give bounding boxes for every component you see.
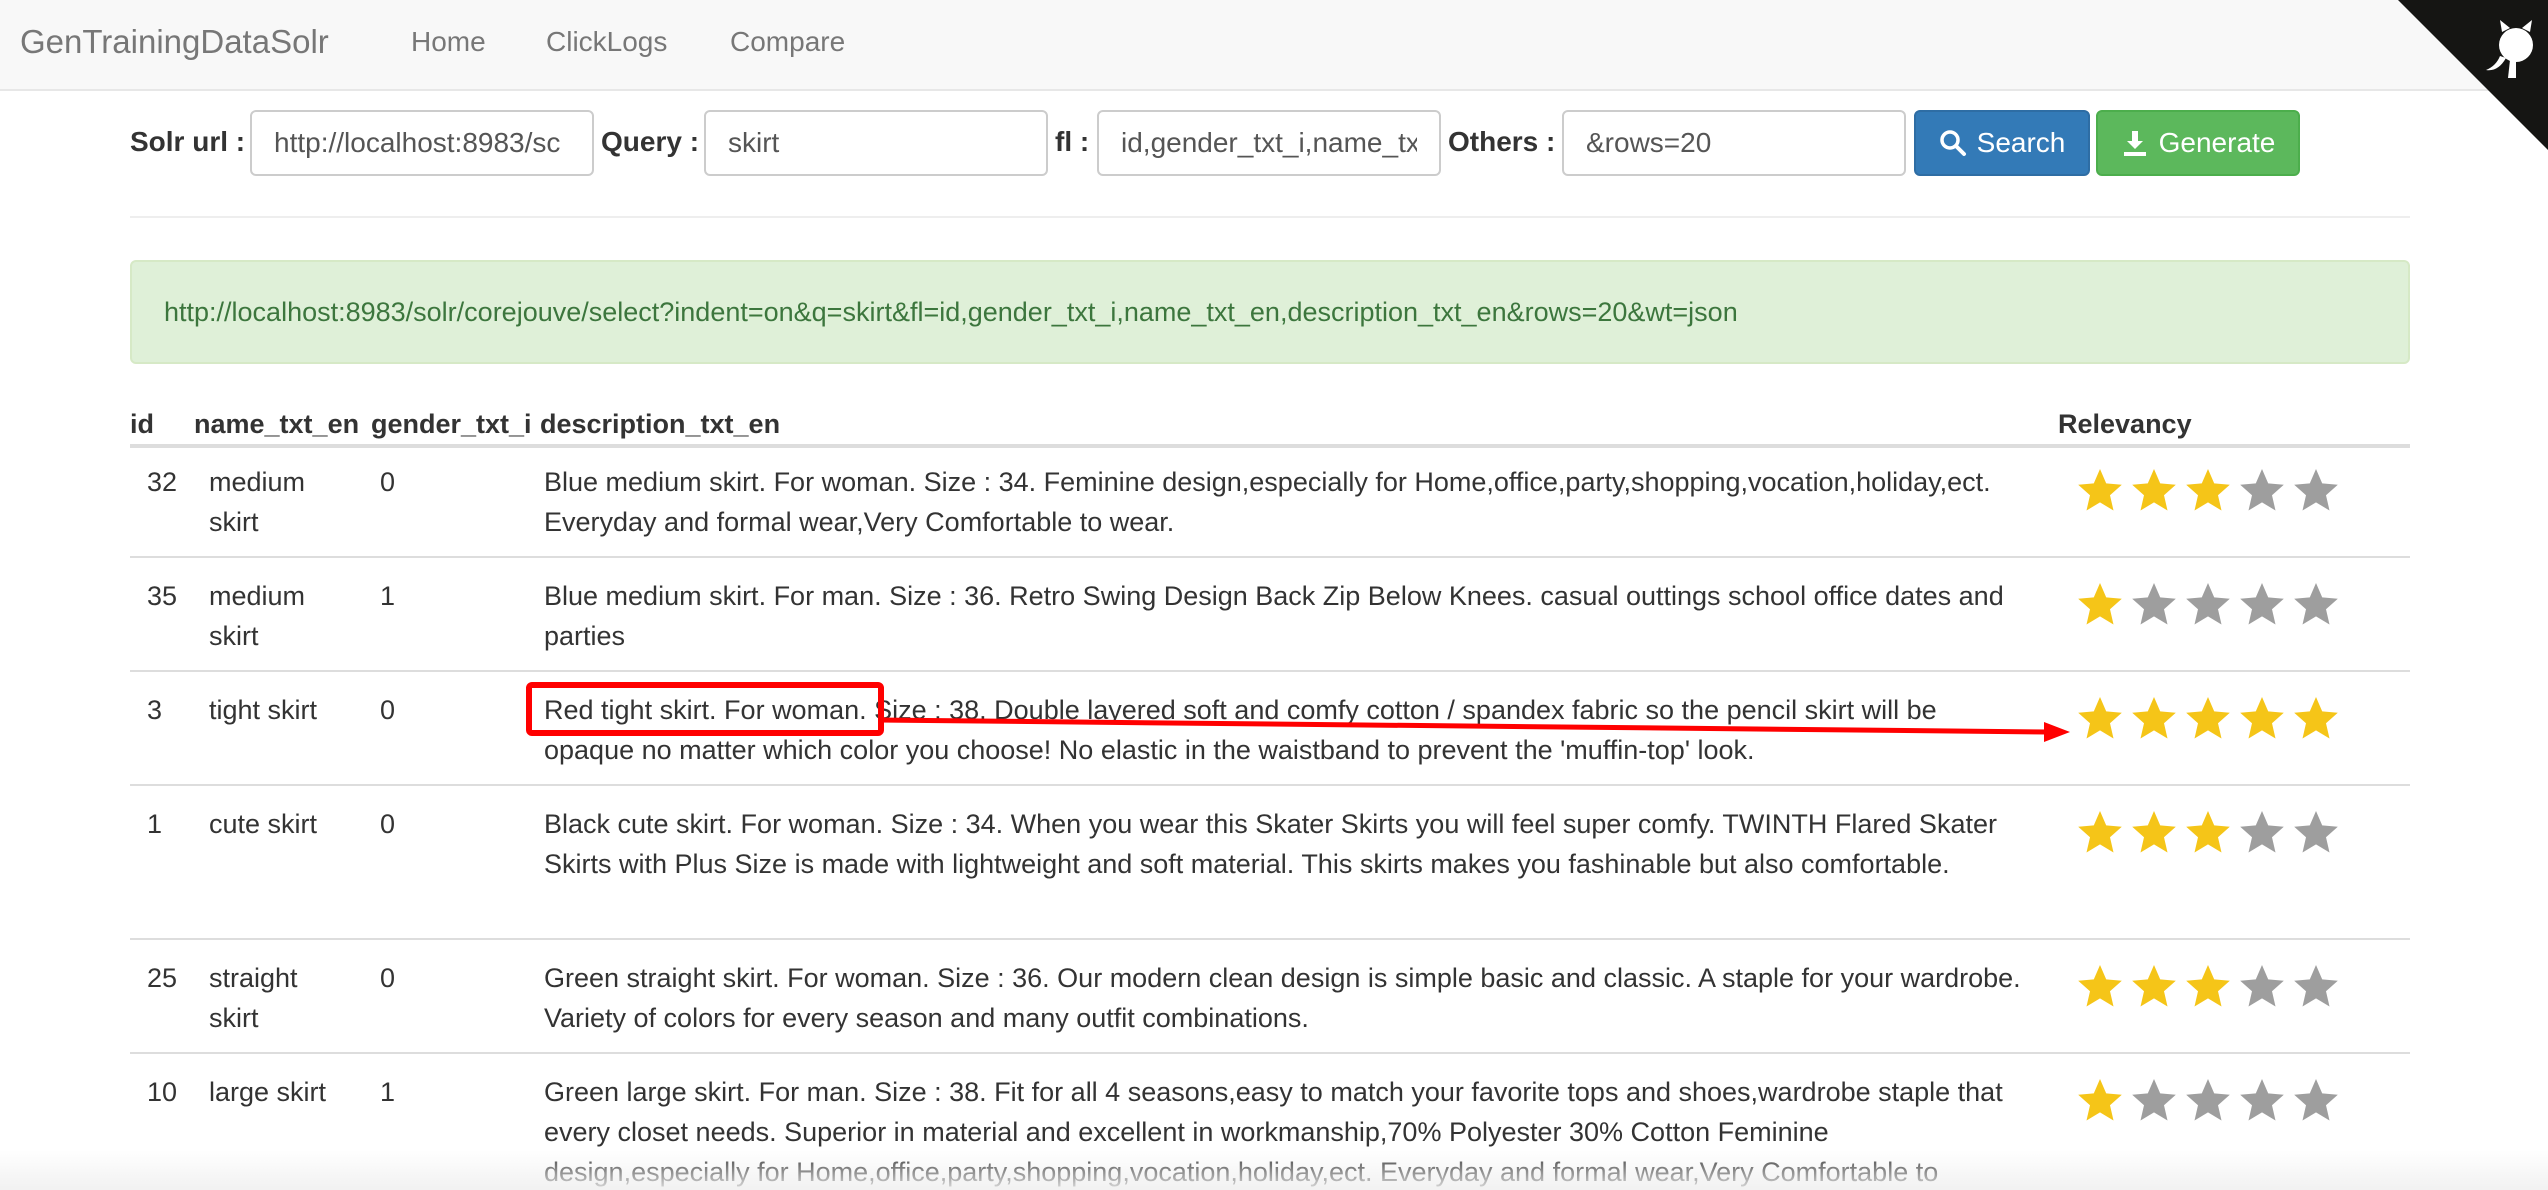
solr-url-input[interactable] (250, 110, 594, 176)
row-divider (130, 784, 2410, 786)
fl-input[interactable] (1097, 110, 1441, 176)
generated-url-text: http://localhost:8983/solr/corejouve/sel… (164, 297, 1738, 327)
cell-name: straight skirt (209, 963, 298, 1033)
cell-description: Blue medium skirt. For woman. Size : 34.… (544, 467, 1991, 537)
star-empty-icon[interactable] (2238, 1076, 2286, 1124)
search-button-label: Search (1976, 127, 2066, 158)
nav-compare[interactable]: Compare (730, 22, 845, 62)
star-filled-icon[interactable] (2076, 962, 2124, 1010)
cell-name: cute skirt (209, 809, 318, 839)
cell-gender: 0 (380, 467, 396, 497)
others-label: Others : (1448, 126, 1556, 157)
cell-gender: 0 (380, 963, 396, 993)
star-empty-icon[interactable] (2130, 580, 2178, 628)
query-label: Query : (601, 126, 700, 157)
cell-id: 10 (147, 1077, 178, 1107)
star-filled-icon[interactable] (2076, 808, 2124, 856)
cell-description: Black cute skirt. For woman. Size : 34. … (544, 809, 1997, 879)
cell-id: 1 (147, 809, 163, 839)
star-filled-icon[interactable] (2130, 808, 2178, 856)
star-filled-icon[interactable] (2184, 962, 2232, 1010)
table-header-border (130, 444, 2410, 448)
row-divider (130, 1052, 2410, 1054)
star-filled-icon[interactable] (2076, 1076, 2124, 1124)
scroll-fade (0, 1150, 2548, 1190)
query-input[interactable] (704, 110, 1048, 176)
relevancy-rating[interactable] (2076, 962, 2340, 1010)
relevancy-rating[interactable] (2076, 694, 2340, 742)
star-empty-icon[interactable] (2238, 962, 2286, 1010)
star-empty-icon[interactable] (2184, 580, 2232, 628)
generated-url-alert: http://localhost:8983/solr/corejouve/sel… (130, 260, 2410, 364)
generate-button-label: Generate (2158, 127, 2276, 158)
cell-id: 35 (147, 581, 178, 611)
cell-name: tight skirt (209, 695, 318, 725)
relevancy-rating[interactable] (2076, 808, 2340, 856)
cell-description: Green straight skirt. For woman. Size : … (544, 963, 2021, 1033)
star-filled-icon[interactable] (2292, 694, 2340, 742)
generate-button[interactable]: Generate (2096, 110, 2300, 176)
header-id: id (130, 409, 154, 439)
annotation-arrow-icon (879, 717, 2070, 742)
star-filled-icon[interactable] (2076, 580, 2124, 628)
cell-gender: 0 (380, 809, 396, 839)
row-divider (130, 556, 2410, 558)
header-relevancy: Relevancy (2058, 409, 2192, 439)
star-empty-icon[interactable] (2238, 466, 2286, 514)
fl-label: fl : (1055, 126, 1090, 157)
star-empty-icon[interactable] (2292, 808, 2340, 856)
star-filled-icon[interactable] (2076, 466, 2124, 514)
star-empty-icon[interactable] (2238, 580, 2286, 628)
nav-clicklogs[interactable]: ClickLogs (546, 22, 667, 62)
cell-description: Blue medium skirt. For man. Size : 36. R… (544, 581, 2004, 651)
star-filled-icon[interactable] (2130, 694, 2178, 742)
others-input[interactable] (1562, 110, 1906, 176)
brand-link[interactable]: GenTrainingDataSolr (20, 20, 329, 64)
nav-home[interactable]: Home (411, 22, 486, 62)
star-filled-icon[interactable] (2130, 962, 2178, 1010)
navbar: GenTrainingDataSolr Home ClickLogs Compa… (0, 0, 2548, 91)
star-empty-icon[interactable] (2184, 1076, 2232, 1124)
cell-name: large skirt (209, 1077, 327, 1107)
cell-name: medium skirt (209, 581, 306, 651)
star-empty-icon[interactable] (2292, 962, 2340, 1010)
star-filled-icon[interactable] (2184, 466, 2232, 514)
star-filled-icon[interactable] (2076, 694, 2124, 742)
star-empty-icon[interactable] (2238, 808, 2286, 856)
row-divider (130, 670, 2410, 672)
header-name: name_txt_en (194, 409, 360, 439)
star-empty-icon[interactable] (2130, 1076, 2178, 1124)
cell-gender: 0 (380, 695, 396, 725)
star-filled-icon[interactable] (2238, 694, 2286, 742)
star-filled-icon[interactable] (2184, 808, 2232, 856)
solr-url-label: Solr url : (130, 126, 246, 157)
star-empty-icon[interactable] (2292, 580, 2340, 628)
header-gender: gender_txt_i (371, 409, 532, 439)
annotation-highlight-box (526, 682, 884, 736)
search-button[interactable]: Search (1914, 110, 2090, 176)
github-corner-icon[interactable] (2398, 0, 2548, 150)
cell-id: 25 (147, 963, 178, 993)
form-divider (130, 216, 2410, 218)
star-empty-icon[interactable] (2292, 1076, 2340, 1124)
cell-gender: 1 (380, 1077, 396, 1107)
star-filled-icon[interactable] (2130, 466, 2178, 514)
star-filled-icon[interactable] (2184, 694, 2232, 742)
relevancy-rating[interactable] (2076, 1076, 2340, 1124)
cell-id: 3 (147, 695, 163, 725)
star-empty-icon[interactable] (2292, 466, 2340, 514)
header-description: description_txt_en (540, 409, 781, 439)
relevancy-rating[interactable] (2076, 580, 2340, 628)
cell-gender: 1 (380, 581, 396, 611)
search-icon (1939, 130, 1966, 156)
cell-name: medium skirt (209, 467, 306, 537)
row-divider (130, 938, 2410, 940)
cell-id: 32 (147, 467, 178, 497)
relevancy-rating[interactable] (2076, 466, 2340, 514)
download-icon (2123, 131, 2146, 156)
